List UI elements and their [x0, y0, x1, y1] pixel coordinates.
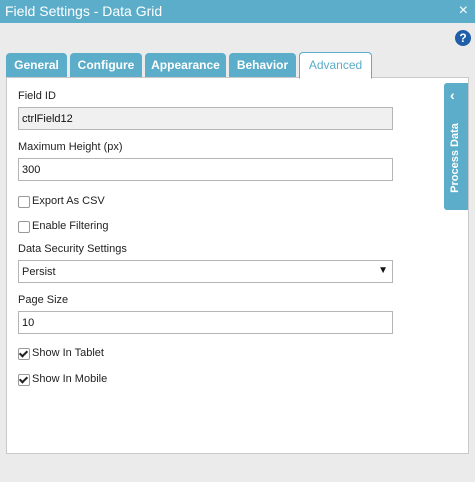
enable-filtering-checkbox[interactable] [18, 221, 30, 233]
tab-configure[interactable]: Configure [70, 53, 142, 78]
data-security-select[interactable]: Persist ▼ [18, 260, 393, 283]
help-icon[interactable]: ? [455, 30, 471, 46]
max-height-label: Maximum Height (px) [18, 141, 123, 153]
field-id-label: Field ID [18, 90, 56, 102]
page-size-label: Page Size [18, 294, 69, 306]
max-height-input[interactable] [18, 158, 393, 181]
close-icon[interactable]: × [459, 2, 468, 20]
advanced-settings-panel: Field ID Maximum Height (px) Export As C… [6, 77, 469, 454]
tab-advanced[interactable]: Advanced [299, 52, 372, 79]
enable-filtering-label: Enable Filtering [32, 220, 109, 232]
export-csv-checkbox[interactable] [18, 196, 30, 208]
tab-behavior[interactable]: Behavior [229, 53, 296, 78]
dropdown-arrow-icon: ▼ [378, 265, 388, 276]
title-bar: Field Settings - Data Grid × [0, 0, 475, 23]
show-tablet-checkbox[interactable] [18, 348, 30, 360]
process-data-label: Process Data [449, 123, 461, 193]
window-title: Field Settings - Data Grid [5, 3, 163, 19]
page-size-input[interactable] [18, 311, 393, 334]
tab-appearance[interactable]: Appearance [145, 53, 226, 78]
process-data-tab[interactable]: ‹ Process Data [444, 83, 468, 210]
field-id-input[interactable] [18, 107, 393, 130]
data-security-label: Data Security Settings [18, 243, 127, 255]
chevron-left-icon: ‹ [450, 87, 455, 103]
show-tablet-label: Show In Tablet [32, 347, 104, 359]
data-security-value: Persist [22, 266, 56, 278]
export-csv-label: Export As CSV [32, 195, 105, 207]
show-mobile-label: Show In Mobile [32, 373, 108, 385]
tab-general[interactable]: General [6, 53, 67, 78]
show-mobile-checkbox[interactable] [18, 374, 30, 386]
